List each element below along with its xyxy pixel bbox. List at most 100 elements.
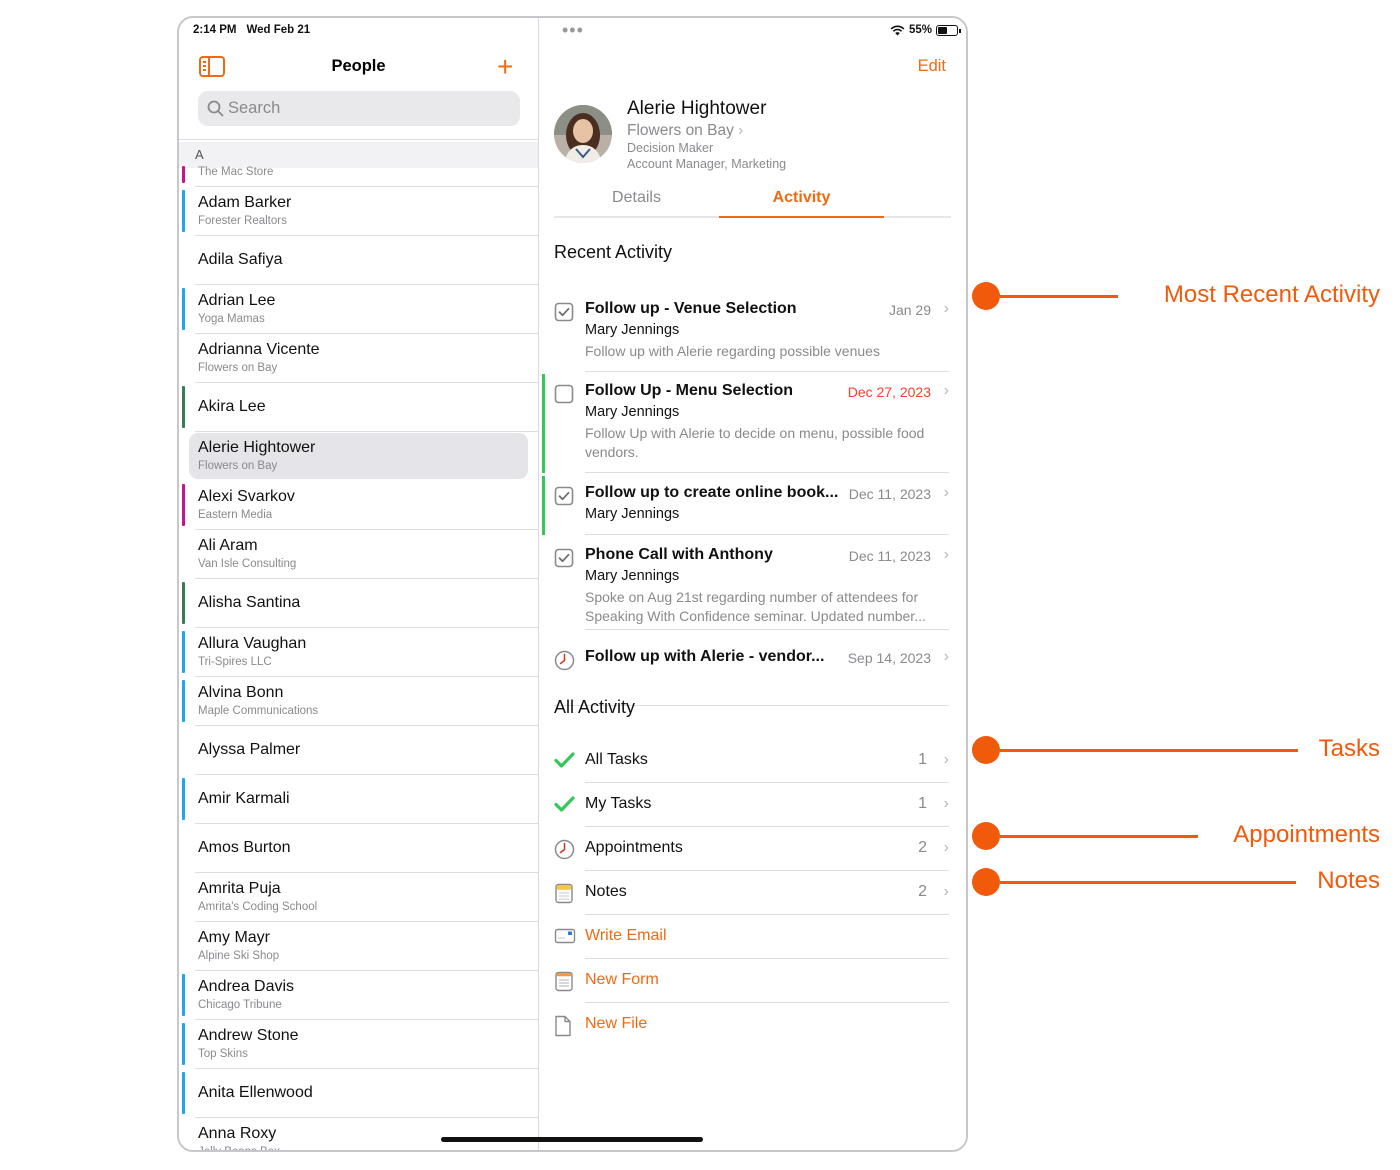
checked-box-icon[interactable] [554,302,574,327]
chevron-right-icon: › [943,382,949,399]
person-row[interactable]: Ali Aram Van Isle Consulting [195,530,538,579]
all-activity-row[interactable]: My Tasks 1 › [554,783,949,827]
activity-item[interactable]: Phone Call with Anthony Dec 11, 2023 › Mary… [554,538,949,630]
form-icon [554,971,574,997]
callout-dot [972,736,1000,764]
callout-notes: Notes [972,867,1380,896]
empty-box-icon[interactable] [554,384,574,409]
category-color-bar [182,190,185,232]
all-activity-row[interactable]: Write Email [554,915,949,959]
callout-label: Notes [1317,867,1380,894]
person-row[interactable]: Adrian Lee Yoga Mamas [182,285,538,334]
person-row[interactable]: Amos Burton [195,824,538,873]
person-row[interactable]: Adrianna Vicente Flowers on Bay [195,334,538,383]
recent-activity-heading: Recent Activity [554,242,673,262]
add-person-plus-icon[interactable]: + [497,53,513,81]
all-activity-row[interactable]: Notes 2 › [554,871,949,915]
activity-item[interactable]: Follow Up - Menu Selection Dec 27, 2023 › M… [542,374,949,473]
person-row[interactable]: Amy Mayr Alpine Ski Shop [195,922,538,971]
person-name: Alerie Hightower [198,439,316,456]
person-company: Chicago Tribune [198,999,282,1011]
search-input[interactable] [228,91,508,126]
activity-status-bar [542,374,545,473]
person-row[interactable]: Anna Roxy Jelly Beans Box [195,1118,538,1150]
contact-role: Decision Maker [627,141,714,155]
chevron-right-icon: › [943,883,949,900]
activity-title: Follow up with Alerie - vendor... [585,648,825,665]
callout-dot [972,822,1000,850]
category-color-bar [182,778,185,820]
activity-item[interactable]: Follow up - Venue Selection Jan 29 › Mary J… [554,292,949,372]
tab-details[interactable]: Details [554,189,719,207]
person-row[interactable]: Anita Ellenwood [182,1069,538,1118]
person-name: Anita Ellenwood [198,1084,313,1101]
category-color-bar [182,631,185,673]
divider [585,629,949,630]
person-company: Tri-Spires LLC [198,656,272,668]
category-color-bar [182,1023,185,1065]
person-company: Eastern Media [198,509,273,521]
person-name: Adam Barker [198,194,292,211]
person-row[interactable]: Amir Karmali [182,775,538,824]
person-row[interactable]: Adam Barker Forester Realtors [182,187,538,236]
person-row[interactable]: Adila Safiya [195,236,538,285]
all-activity-row[interactable]: New File [554,1003,949,1047]
activity-status-bar [542,476,545,535]
home-indicator [441,1137,703,1142]
person-company: Van Isle Consulting [198,558,297,570]
person-company: Flowers on Bay [198,460,278,472]
battery-icon [936,24,961,36]
category-color-bar [182,582,185,624]
chevron-right-icon: › [738,122,744,139]
person-row[interactable]: Alexi Svarkov Eastern Media [182,481,538,530]
person-row[interactable]: Akira Lee [182,383,538,432]
person-company: Amrita's Coding School [198,901,318,913]
category-color-bar [182,288,185,330]
person-row[interactable]: Alyssa Palmer [195,726,538,775]
person-name: Alisha Santina [198,594,301,611]
person-row[interactable]: The Mac Store [182,163,538,187]
activity-date: Jan 29 [888,302,931,318]
person-row[interactable]: Andrew Stone Top Skins [182,1020,538,1069]
contact-company-link[interactable]: Flowers on Bay › [627,122,743,140]
all-activity-label: Write Email [585,927,667,944]
person-name: Adrianna Vicente [198,341,320,358]
all-activity-label: My Tasks [585,795,652,812]
activity-date: Sep 14, 2023 [847,650,931,666]
person-row[interactable]: Amrita Puja Amrita's Coding School [195,873,538,922]
status-time: 2:14 PM [193,24,237,36]
contact-name: Alerie Hightower [627,98,767,119]
activity-date: Dec 11, 2023 [848,548,931,564]
sidebar-title: People [331,57,386,75]
divider [585,472,949,473]
activity-assignee: Mary Jennings [585,404,680,420]
all-activity-row[interactable]: All Tasks 1 › [554,739,949,783]
activity-item[interactable]: Follow up to create online book... Dec 11… [542,476,949,535]
activity-title: Follow Up - Menu Selection [585,382,793,399]
person-row[interactable]: Alvina Bonn Maple Communications [182,677,538,726]
all-activity-label: Notes [585,883,627,900]
search-bar[interactable] [198,91,520,126]
checked-box-icon[interactable] [554,548,574,573]
detail-tabs: Details Activity [554,182,951,218]
all-activity-row[interactable]: Appointments 2 › [554,827,949,871]
all-activity-label: New Form [585,971,659,988]
multitasking-dots-icon[interactable]: ••• [562,20,584,41]
all-activity-row[interactable]: New Form [554,959,949,1003]
edit-button[interactable]: Edit [918,57,946,76]
file-icon [554,1015,572,1042]
person-row[interactable]: Alisha Santina [182,579,538,628]
activity-date: Dec 27, 2023 [847,384,931,400]
person-company: Flowers on Bay [198,362,278,374]
checked-box-icon[interactable] [554,486,574,511]
chevron-right-icon: › [943,751,949,768]
activity-assignee: Mary Jennings [585,506,680,522]
person-row[interactable]: Allura Vaughan Tri-Spires LLC [182,628,538,677]
person-name: Amrita Puja [198,880,281,897]
person-row[interactable]: Andrea Davis Chicago Tribune [182,971,538,1020]
person-name: Alyssa Palmer [198,741,301,758]
contact-detail-pane: ••• 55% Edit Alerie Hightower Flowers on… [540,18,966,1150]
tab-activity[interactable]: Activity [719,189,884,207]
person-row[interactable]: Alerie Hightower Flowers on Bay [189,432,538,481]
green-check-icon [554,795,575,818]
